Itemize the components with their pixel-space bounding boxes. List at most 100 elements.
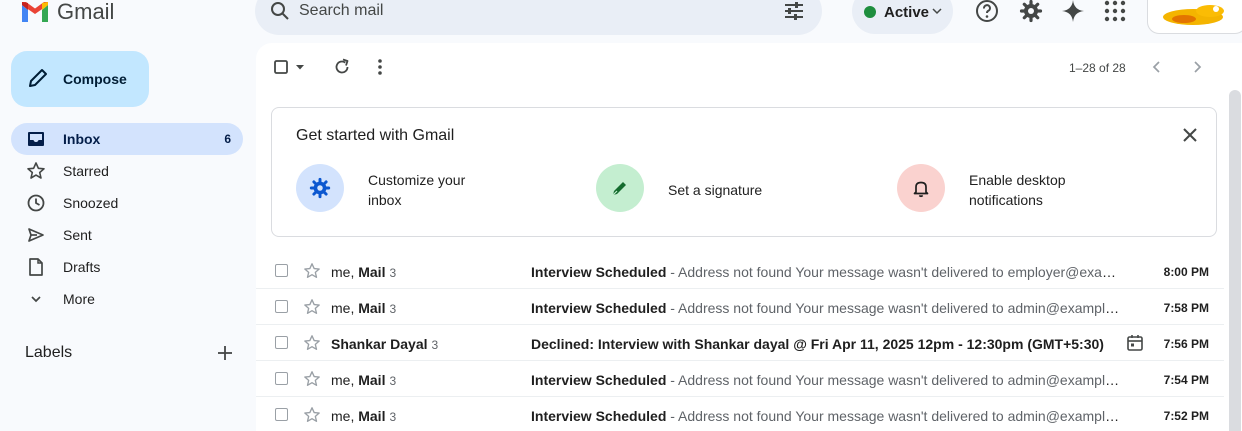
pencil-icon [27, 67, 49, 89]
email-row[interactable]: me, Mail 3 Interview Scheduled - Address … [256, 289, 1224, 325]
labels-heading: Labels [25, 344, 73, 361]
refresh-icon[interactable] [333, 58, 351, 76]
row-checkbox[interactable] [275, 300, 288, 313]
search-bar[interactable]: Search mail [255, 0, 822, 35]
email-subject: Interview Scheduled [531, 264, 667, 280]
email-sender: me, Mail 3 [331, 372, 397, 388]
app-name: Gmail [57, 0, 115, 24]
email-summary: Interview Scheduled - Address not found … [531, 300, 1121, 316]
email-snippet: - Address not found Your message wasn't … [666, 372, 1121, 388]
star-icon[interactable] [303, 406, 321, 424]
email-subject: Declined: Interview with Shankar dayal @… [531, 336, 1104, 352]
tip-label: Customize your inbox [368, 172, 466, 208]
sidebar-item-sent[interactable]: Sent [11, 219, 243, 251]
sidebar-item-label: Sent [63, 227, 92, 243]
email-summary: Interview Scheduled - Address not found … [531, 372, 1121, 388]
pen-icon [596, 164, 644, 212]
email-sender: Shankar Dayal 3 [331, 336, 439, 352]
search-input[interactable]: Search mail [299, 2, 383, 20]
email-sender: me, Mail 3 [331, 408, 397, 424]
sidebar-item-label: Inbox [63, 131, 101, 147]
gemini-icon[interactable] [1061, 0, 1085, 23]
gmail-m-icon [22, 2, 48, 22]
select-dropdown-icon[interactable] [295, 63, 305, 71]
email-snippet: - Address not found Your message wasn't … [666, 264, 1121, 280]
row-checkbox[interactable] [275, 408, 288, 421]
row-checkbox[interactable] [275, 372, 288, 385]
email-time: 7:54 PM [1163, 373, 1209, 387]
email-time: 8:00 PM [1163, 265, 1209, 279]
row-checkbox[interactable] [275, 264, 288, 277]
account-avatar[interactable] [1147, 0, 1242, 34]
sidebar-item-label: Snoozed [63, 195, 119, 211]
tip-label: Enable desktop notifications [969, 172, 1066, 208]
chevron-left-icon[interactable] [1152, 60, 1162, 74]
star-icon[interactable] [303, 262, 321, 280]
get-started-title: Get started with Gmail [296, 127, 455, 144]
scrollbar[interactable] [1229, 90, 1241, 431]
calendar-icon [1126, 334, 1144, 352]
search-options-icon[interactable] [783, 1, 805, 21]
email-row[interactable]: me, Mail 3 Interview Scheduled - Address … [256, 253, 1224, 289]
gmail-logo[interactable]: Gmail [22, 0, 114, 24]
email-summary: Declined: Interview with Shankar dayal @… [531, 336, 1121, 352]
email-snippet: - Address not found Your message wasn't … [666, 300, 1121, 316]
star-icon[interactable] [303, 298, 321, 316]
pagination-range: 1–28 of 28 [1069, 61, 1126, 75]
compose-button[interactable]: Compose [11, 51, 149, 107]
chevron-right-icon[interactable] [1192, 60, 1202, 74]
email-summary: Interview Scheduled - Address not found … [531, 264, 1121, 280]
get-started-card: Get started with Gmail Customize your in… [271, 107, 1217, 237]
sidebar-item-inbox[interactable]: Inbox 6 [11, 123, 243, 155]
send-icon [26, 225, 46, 245]
chevron-down-icon [932, 6, 942, 16]
sidebar-item-snoozed[interactable]: Snoozed [11, 187, 243, 219]
email-time: 7:56 PM [1163, 337, 1209, 351]
tip-set-signature[interactable]: Set a signature [596, 164, 796, 212]
email-row[interactable]: me, Mail 3 Interview Scheduled - Address … [256, 397, 1224, 431]
apps-icon[interactable] [1103, 0, 1127, 23]
email-row[interactable]: Shankar Dayal 3 Declined: Interview with … [256, 325, 1224, 361]
settings-icon [296, 164, 344, 212]
email-snippet: - Address not found Your message wasn't … [666, 408, 1121, 424]
sidebar-item-starred[interactable]: Starred [11, 155, 243, 187]
email-row[interactable]: me, Mail 3 Interview Scheduled - Address … [256, 361, 1224, 397]
star-icon [26, 161, 46, 181]
inbox-icon [26, 129, 46, 149]
status-dot [864, 6, 876, 18]
email-subject: Interview Scheduled [531, 408, 667, 424]
help-icon[interactable] [975, 0, 999, 23]
email-sender: me, Mail 3 [331, 300, 397, 316]
select-all-checkbox[interactable] [274, 60, 288, 74]
chevron-down-icon [26, 289, 46, 309]
status-label: Active [884, 4, 930, 21]
tip-label: Set a signature [668, 182, 763, 198]
star-icon[interactable] [303, 370, 321, 388]
sidebar-item-label: Starred [63, 163, 109, 179]
email-sender: me, Mail 3 [331, 264, 397, 280]
plus-icon[interactable] [214, 342, 236, 364]
email-time: 7:52 PM [1163, 409, 1209, 423]
tip-enable-notifications[interactable]: Enable desktop notifications [897, 164, 1097, 212]
row-checkbox[interactable] [275, 336, 288, 349]
email-subject: Interview Scheduled [531, 372, 667, 388]
mail-list-panel: 1–28 of 28 Get started with Gmail Custom… [256, 43, 1242, 431]
sidebar-item-label: Drafts [63, 259, 101, 275]
sidebar-item-label: More [63, 291, 95, 307]
search-icon[interactable] [270, 1, 290, 21]
email-subject: Interview Scheduled [531, 300, 667, 316]
more-vert-icon[interactable] [377, 58, 383, 76]
star-icon[interactable] [303, 334, 321, 352]
email-summary: Interview Scheduled - Address not found … [531, 408, 1121, 424]
sidebar-item-more[interactable]: More [11, 283, 243, 315]
settings-icon[interactable] [1019, 0, 1043, 23]
sidebar-item-drafts[interactable]: Drafts [11, 251, 243, 283]
draft-icon [26, 257, 46, 277]
tip-customize-inbox[interactable]: Customize your inbox [296, 164, 496, 212]
status-selector[interactable]: Active [852, 0, 953, 34]
compose-label: Compose [63, 71, 127, 87]
unread-count: 6 [224, 132, 231, 146]
bell-icon [897, 164, 945, 212]
close-icon[interactable] [1179, 124, 1201, 146]
email-time: 7:58 PM [1163, 301, 1209, 315]
